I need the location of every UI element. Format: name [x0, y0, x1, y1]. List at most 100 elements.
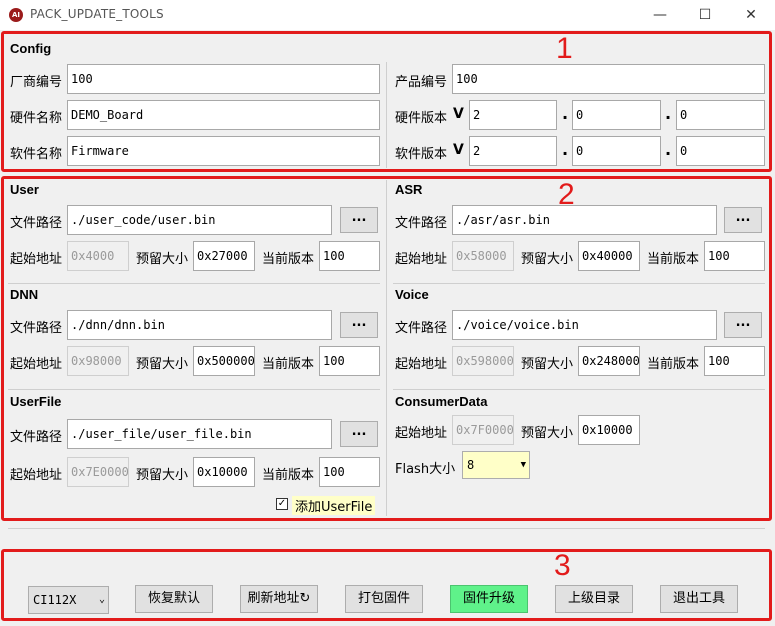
add-userfile-label[interactable]: 添加UserFile [292, 496, 376, 515]
user-browse-button[interactable]: ... [340, 207, 378, 233]
user-reserve-label: 预留大小 [136, 252, 189, 267]
consumer-title: ConsumerData [395, 394, 488, 409]
voice-reserve-field[interactable]: 0x248000 [578, 346, 640, 376]
chip-select-value: CI112X [33, 593, 77, 607]
userfile-start-label: 起始地址 [10, 468, 63, 483]
title-bar: AI PACK_UPDATE_TOOLS — ☐ ✕ [0, 0, 775, 30]
voice-consumer-separator [393, 389, 765, 390]
flash-size-label: Flash大小 [395, 462, 456, 477]
dnn-userfile-separator [8, 389, 380, 390]
asr-reserve-field[interactable]: 0x40000 [578, 241, 640, 271]
user-version-field[interactable]: 100 [319, 241, 380, 271]
sw-version-label: 软件版本 [395, 147, 448, 162]
userfile-version-label: 当前版本 [262, 468, 315, 483]
close-icon[interactable]: ✕ [736, 4, 766, 26]
consumer-start-label: 起始地址 [395, 426, 448, 441]
user-start-label: 起始地址 [10, 252, 63, 267]
hw-version-v: V [453, 106, 464, 122]
app-logo-icon: AI [9, 8, 23, 22]
chevron-down-icon: ⌄ [98, 594, 105, 605]
vendor-field[interactable]: 100 [67, 64, 380, 94]
userfile-reserve-field[interactable]: 0x10000 [193, 457, 255, 487]
config-divider [386, 62, 387, 168]
dnn-path-field[interactable]: ./dnn/dnn.bin [67, 310, 332, 340]
sw-name-label: 软件名称 [10, 147, 63, 162]
userfile-path-label: 文件路径 [10, 430, 63, 445]
asr-reserve-label: 预留大小 [521, 252, 574, 267]
asr-voice-separator [393, 283, 765, 284]
asr-path-label: 文件路径 [395, 216, 448, 231]
exit-tool-button[interactable]: 退出工具 [660, 585, 738, 613]
product-field[interactable]: 100 [452, 64, 765, 94]
sw-version-dot-1: . [562, 140, 569, 159]
dnn-reserve-field[interactable]: 0x500000 [193, 346, 255, 376]
window-title: PACK_UPDATE_TOOLS [30, 7, 164, 21]
hw-name-field[interactable]: DEMO_Board [67, 100, 380, 130]
voice-start-field: 0x598000 [452, 346, 514, 376]
dnn-version-field[interactable]: 100 [319, 346, 380, 376]
upgrade-firmware-button[interactable]: 固件升级 [450, 585, 528, 613]
sw-version-minor-field[interactable]: 0 [572, 136, 661, 166]
sw-version-v: V [453, 142, 464, 158]
dnn-version-label: 当前版本 [262, 357, 315, 372]
asr-start-field: 0x58000 [452, 241, 514, 271]
voice-path-label: 文件路径 [395, 321, 448, 336]
userfile-version-field[interactable]: 100 [319, 457, 380, 487]
user-version-label: 当前版本 [262, 252, 315, 267]
hw-name-label: 硬件名称 [10, 111, 63, 126]
config-title: Config [10, 41, 52, 56]
bottom-separator [8, 528, 765, 529]
voice-start-label: 起始地址 [395, 357, 448, 372]
hw-version-label: 硬件版本 [395, 111, 448, 126]
asr-title: ASR [395, 182, 423, 197]
minimize-icon[interactable]: — [645, 4, 675, 26]
flash-size-select[interactable]: 8 ▼ [462, 451, 530, 479]
voice-path-field[interactable]: ./voice/voice.bin [452, 310, 717, 340]
sw-version-dot-2: . [665, 140, 672, 159]
restore-defaults-button[interactable]: 恢复默认 [135, 585, 213, 613]
sw-version-major-field[interactable]: 2 [469, 136, 557, 166]
consumer-reserve-label: 预留大小 [521, 426, 574, 441]
maximize-icon[interactable]: ☐ [690, 4, 720, 26]
product-label: 产品编号 [395, 75, 448, 90]
marker-1: 1 [556, 32, 573, 65]
user-dnn-separator [8, 283, 380, 284]
hw-version-patch-field[interactable]: 0 [676, 100, 765, 130]
pack-firmware-button[interactable]: 打包固件 [345, 585, 423, 613]
asr-start-label: 起始地址 [395, 252, 448, 267]
user-path-label: 文件路径 [10, 216, 63, 231]
voice-version-label: 当前版本 [647, 357, 700, 372]
sw-name-field[interactable]: Firmware [67, 136, 380, 166]
flash-size-value: 8 [467, 458, 475, 472]
userfile-reserve-label: 预留大小 [136, 468, 189, 483]
userfile-path-field[interactable]: ./user_file/user_file.bin [67, 419, 332, 449]
hw-version-dot-2: . [665, 104, 672, 123]
user-reserve-field[interactable]: 0x27000 [193, 241, 255, 271]
parent-directory-button[interactable]: 上级目录 [555, 585, 633, 613]
asr-browse-button[interactable]: ... [724, 207, 762, 233]
consumer-reserve-field[interactable]: 0x10000 [578, 415, 640, 445]
dnn-browse-button[interactable]: ... [340, 312, 378, 338]
user-title: User [10, 182, 39, 197]
chip-select[interactable]: CI112X ⌄ [28, 586, 109, 614]
dnn-start-field: 0x98000 [67, 346, 129, 376]
userfile-browse-button[interactable]: ... [340, 421, 378, 447]
sw-version-patch-field[interactable]: 0 [676, 136, 765, 166]
add-userfile-checkbox[interactable]: ✓ [276, 498, 288, 510]
voice-browse-button[interactable]: ... [724, 312, 762, 338]
asr-path-field[interactable]: ./asr/asr.bin [452, 205, 717, 235]
hw-version-dot-1: . [562, 104, 569, 123]
refresh-address-button[interactable]: 刷新地址↻ [240, 585, 318, 613]
dnn-reserve-label: 预留大小 [136, 357, 189, 372]
voice-version-field[interactable]: 100 [704, 346, 765, 376]
hw-version-major-field[interactable]: 2 [469, 100, 557, 130]
asr-version-label: 当前版本 [647, 252, 700, 267]
partitions-divider [386, 180, 387, 516]
user-path-field[interactable]: ./user_code/user.bin [67, 205, 332, 235]
dnn-start-label: 起始地址 [10, 357, 63, 372]
dnn-path-label: 文件路径 [10, 321, 63, 336]
hw-version-minor-field[interactable]: 0 [572, 100, 661, 130]
asr-version-field[interactable]: 100 [704, 241, 765, 271]
user-start-field: 0x4000 [67, 241, 129, 271]
userfile-title: UserFile [10, 394, 62, 409]
